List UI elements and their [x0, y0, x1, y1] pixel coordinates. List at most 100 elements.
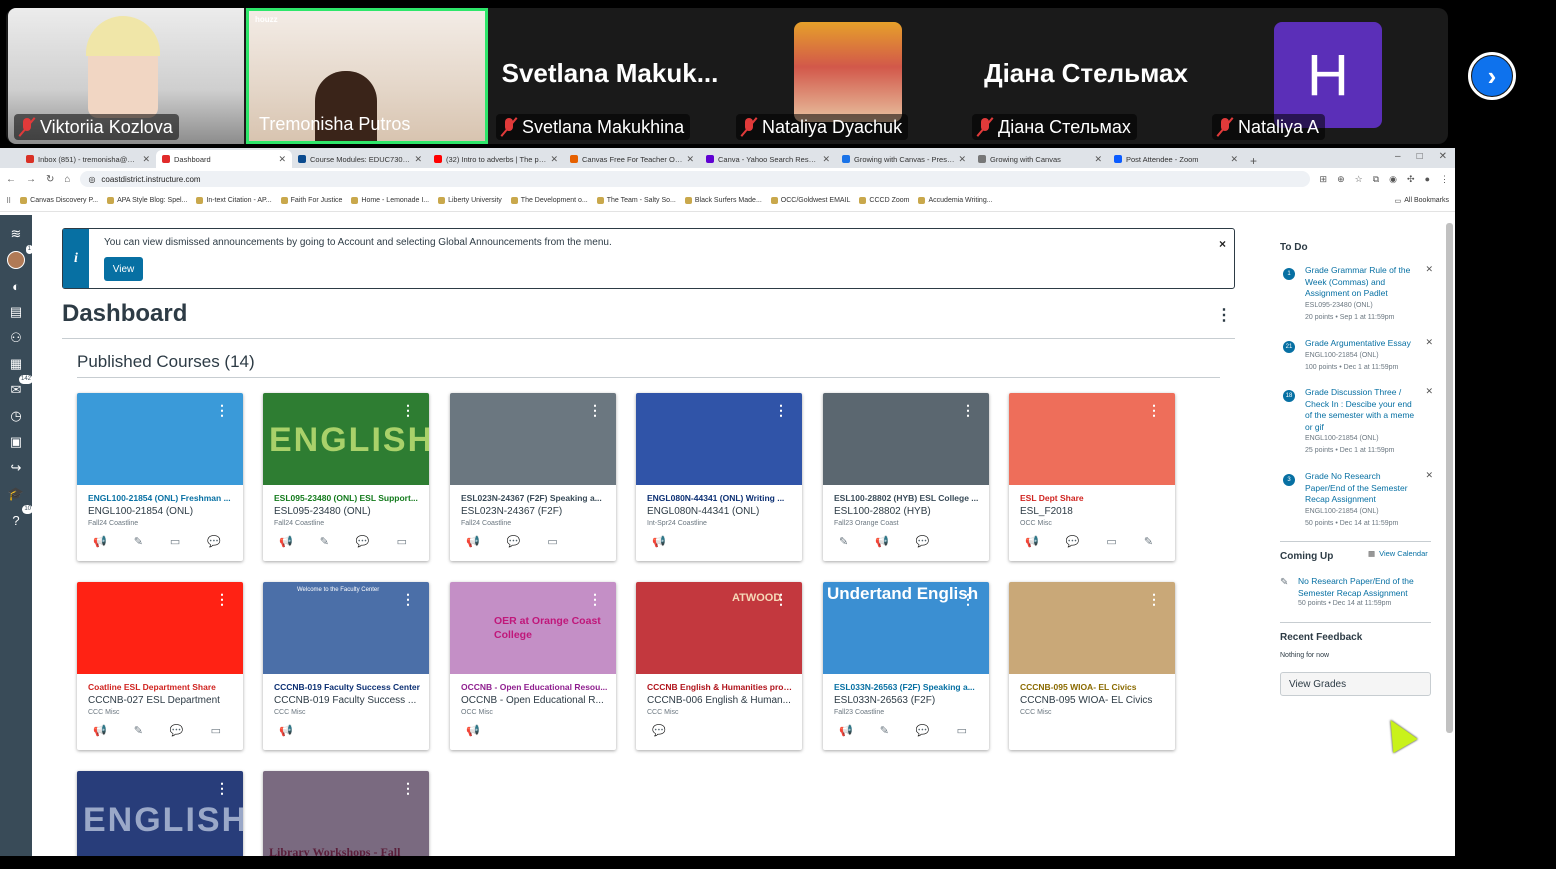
close-tab-icon[interactable]: ✕ — [958, 154, 966, 165]
course-card[interactable]: Welcome to the Faculty Center ⋮ CCCNB-019 … — [263, 582, 429, 750]
dashboard-icon[interactable]: ◐ — [7, 277, 25, 295]
discussions-icon[interactable]: 💬 — [916, 535, 930, 548]
todo-link[interactable]: Grade Argumentative Essay — [1305, 338, 1417, 350]
course-options-icon[interactable]: ⋮ — [588, 402, 602, 419]
course-card-image[interactable]: ENGLISH ⋮ — [263, 393, 429, 485]
extension-icon[interactable]: ⧉ — [1373, 174, 1379, 185]
course-card[interactable]: ⋮ ENGL080N-44341 (ONL) Writing ... ENGL080… — [636, 393, 802, 561]
participant-tile-5[interactable]: Діана Стельмах Діана Стельмах — [966, 8, 1208, 144]
bookmark-item[interactable]: Faith For Justice — [280, 197, 342, 204]
site-info-icon[interactable]: ◎ — [88, 175, 95, 184]
course-card[interactable]: OER at Orange Coast College ⋮ OCCNB - Open… — [450, 582, 616, 750]
bookmark-item[interactable]: The Development o... — [510, 197, 588, 204]
course-card-image[interactable]: ⋮ — [1009, 582, 1175, 674]
back-icon[interactable]: ← — [6, 174, 16, 185]
bookmark-item[interactable]: APA Style Blog: Spel... — [107, 197, 187, 204]
discussions-icon[interactable]: 💬 — [1066, 535, 1080, 548]
mastery-icon[interactable]: 🎓 — [7, 485, 25, 503]
announcements-icon[interactable]: 📢 — [93, 535, 107, 548]
course-card-image[interactable]: ENGLISH ⋮ — [77, 771, 243, 856]
discussions-icon[interactable]: 💬 — [652, 724, 666, 737]
announcements-icon[interactable]: 📢 — [875, 535, 889, 548]
bookmark-item[interactable]: CCCD Zoom — [859, 197, 909, 204]
course-card[interactable]: ⋮ ENGL100-21854 (ONL) Freshman ... ENGL100… — [77, 393, 243, 561]
course-code-link[interactable]: ENGL080N-44341 (ONL) Writing ... — [647, 493, 795, 503]
browser-tab[interactable]: Growing with Canvas ✕ — [972, 150, 1108, 168]
course-options-icon[interactable]: ⋮ — [401, 402, 415, 419]
participant-tile-4[interactable]: Nataliya Dyachuk — [730, 8, 970, 144]
course-card-image[interactable]: ATWOOD ⋮ — [636, 582, 802, 674]
browser-tab[interactable]: Dashboard ✕ — [156, 150, 292, 168]
course-options-icon[interactable]: ⋮ — [215, 402, 229, 419]
course-card-image[interactable]: ⋮ — [450, 393, 616, 485]
course-options-icon[interactable]: ⋮ — [961, 591, 975, 608]
assignments-icon[interactable]: ✎ — [880, 724, 889, 737]
participant-tile-1[interactable]: Viktoriia Kozlova — [8, 8, 244, 144]
course-code-link[interactable]: Coatline ESL Department Share — [88, 682, 236, 692]
course-card[interactable]: ⋮ ESL Dept Share ESL_F2018 OCC Misc 📢 💬 ▭ ✎ — [1009, 393, 1175, 561]
extension-icon[interactable]: ◉ — [1389, 174, 1397, 185]
close-tab-icon[interactable]: ✕ — [550, 154, 558, 165]
course-card[interactable]: ⋮ ESL100-28802 (HYB) ESL College ... ESL10… — [823, 393, 989, 561]
announcements-icon[interactable]: 📢 — [93, 724, 107, 737]
course-card-image[interactable]: OER at Orange Coast College ⋮ — [450, 582, 616, 674]
commons-icon[interactable]: ↪ — [7, 459, 25, 477]
course-code-link[interactable]: ESL100-28802 (HYB) ESL College ... — [834, 493, 982, 503]
course-code-link[interactable]: CCCNB English & Humanities prog... — [647, 682, 795, 692]
course-card[interactable]: ENGLISH ⋮ ESL095-23480 (ONL) ESL Support..… — [263, 393, 429, 561]
apps-icon[interactable]: ⠿ — [6, 197, 11, 205]
url-bar[interactable]: ◎ coastdistrict.instructure.com — [80, 171, 1310, 187]
browser-tab[interactable]: Inbox (851) - tremonisha@gma ✕ — [20, 150, 156, 168]
announcements-icon[interactable]: 📢 — [466, 724, 480, 737]
todo-link[interactable]: Grade No Research Paper/End of the Semes… — [1305, 471, 1417, 506]
dismiss-icon[interactable]: ✕ — [1425, 264, 1433, 275]
todo-link[interactable]: Grade Grammar Rule of the Week (Commas) … — [1305, 265, 1417, 300]
discussions-icon[interactable]: 💬 — [170, 724, 184, 737]
bookmark-item[interactable]: Liberty University — [438, 197, 502, 204]
history-icon[interactable]: ◷ — [7, 407, 25, 425]
view-calendar-link[interactable]: ▦ View Calendar — [1368, 549, 1428, 558]
discussions-icon[interactable]: 💬 — [207, 535, 221, 548]
bookmark-star-icon[interactable]: ☆ — [1355, 174, 1363, 185]
course-code-link[interactable]: ESL Dept Share — [1020, 493, 1168, 503]
assignments-icon[interactable]: ✎ — [839, 535, 848, 548]
browser-tab[interactable]: Canvas Free For Teacher Orient ✕ — [564, 150, 700, 168]
canvas-logo-icon[interactable]: ≋ — [7, 225, 25, 243]
participant-tile-6[interactable]: H Nataliya A — [1206, 8, 1446, 144]
course-options-icon[interactable]: ⋮ — [1147, 591, 1161, 608]
course-card[interactable]: ENGLISH ⋮ — [77, 771, 243, 856]
dismiss-icon[interactable]: ✕ — [1425, 337, 1433, 348]
home-icon[interactable]: ⌂ — [64, 174, 70, 185]
course-code-link[interactable]: CCCNB-019 Faculty Success Center — [274, 682, 422, 692]
course-code-link[interactable]: ENGL100-21854 (ONL) Freshman ... — [88, 493, 236, 503]
course-options-icon[interactable]: ⋮ — [1147, 402, 1161, 419]
course-options-icon[interactable]: ⋮ — [401, 780, 415, 797]
course-card[interactable]: ATWOOD ⋮ CCCNB English & Humanities prog..… — [636, 582, 802, 750]
next-page-button[interactable]: › — [1468, 52, 1516, 100]
close-tab-icon[interactable]: ✕ — [822, 154, 830, 165]
close-tab-icon[interactable]: ✕ — [1094, 154, 1102, 165]
minimize-icon[interactable]: – — [1395, 151, 1401, 162]
upcoming-assignment-link[interactable]: No Research Paper/End of the Semester Re… — [1298, 576, 1428, 599]
close-tab-icon[interactable]: ✕ — [1230, 154, 1238, 165]
announcements-icon[interactable]: 📢 — [652, 535, 666, 548]
files-icon[interactable]: ▭ — [397, 535, 407, 548]
assignments-icon[interactable]: ✎ — [134, 535, 143, 548]
close-tab-icon[interactable]: ✕ — [414, 154, 422, 165]
announcements-icon[interactable]: 📢 — [279, 724, 293, 737]
close-window-icon[interactable]: ✕ — [1439, 151, 1447, 162]
course-code-link[interactable]: CCCNB-095 WIOA- EL Civics — [1020, 682, 1168, 692]
course-card-image[interactable]: Welcome to the Faculty Center ⋮ — [263, 582, 429, 674]
new-tab-button[interactable]: + — [1244, 154, 1263, 168]
assignments-icon[interactable]: ✎ — [320, 535, 329, 548]
close-tab-icon[interactable]: ✕ — [278, 154, 286, 165]
course-card[interactable]: ⋮ Coatline ESL Department Share CCCNB-027 … — [77, 582, 243, 750]
course-card-image[interactable]: Library Workshops - Fall ⋮ — [263, 771, 429, 856]
profile-icon[interactable]: ● — [1425, 174, 1430, 185]
studio-icon[interactable]: ▣ — [7, 433, 25, 451]
course-code-link[interactable]: OCCNB - Open Educational Resou... — [461, 682, 609, 692]
course-options-icon[interactable]: ⋮ — [774, 591, 788, 608]
course-card[interactable]: ⋮ CCCNB-095 WIOA- EL Civics CCCNB-095 WIOA… — [1009, 582, 1175, 750]
discussions-icon[interactable]: 💬 — [507, 535, 521, 548]
course-options-icon[interactable]: ⋮ — [401, 591, 415, 608]
